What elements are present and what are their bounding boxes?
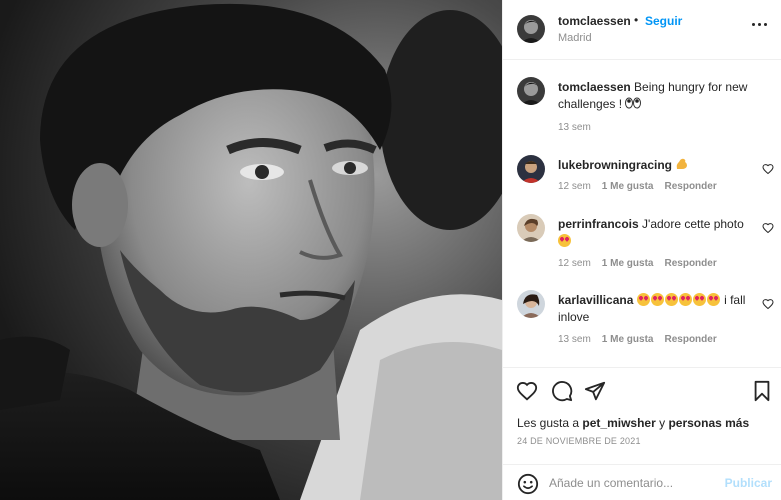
caption-meta: 13 sem <box>558 122 591 133</box>
like-comment-heart-icon[interactable] <box>762 298 774 310</box>
comment-age[interactable]: 13 sem <box>558 334 591 345</box>
comment-likes[interactable]: 1 Me gusta <box>602 334 654 345</box>
heart-eyes-emoji <box>558 234 571 247</box>
separator-dot: • <box>634 13 639 27</box>
commenter-avatar[interactable] <box>517 155 545 183</box>
caption-text: tomclaessen Being hungry for new challen… <box>558 79 753 113</box>
post-actions: Les gusta a pet_miwsher y personas más 2… <box>503 367 781 500</box>
likes-others[interactable]: personas más <box>668 416 749 430</box>
flexed-biceps-emoji <box>675 157 689 171</box>
comment-username[interactable]: karlavillicana <box>558 293 633 307</box>
bookmark-icon[interactable] <box>751 380 773 402</box>
commenter-avatar[interactable] <box>517 214 545 242</box>
comment-likes[interactable]: 1 Me gusta <box>602 181 654 192</box>
post-date[interactable]: 24 de noviembre de 2021 <box>517 436 641 446</box>
post-side-panel: tomclaessen • Seguir Madrid tomclaessen … <box>502 0 781 500</box>
heart-eyes-emoji <box>636 293 650 306</box>
comment-username[interactable]: perrinfrancois <box>558 217 639 231</box>
likes-user[interactable]: pet_miwsher <box>582 416 655 430</box>
heart-eyes-emoji <box>692 293 706 306</box>
author-avatar[interactable] <box>517 15 545 43</box>
comment-meta: 12 sem 1 Me gusta Responder <box>558 181 717 192</box>
comment-username[interactable]: lukebrowningracing <box>558 158 672 172</box>
comments-list[interactable]: tomclaessen Being hungry for new challen… <box>503 61 781 366</box>
publish-button[interactable]: Publicar <box>725 476 772 490</box>
likes-summary[interactable]: Les gusta a pet_miwsher y personas más <box>517 416 749 430</box>
comment-icon[interactable] <box>551 380 573 402</box>
heart-eyes-emoji <box>650 293 664 306</box>
like-comment-heart-icon[interactable] <box>762 222 774 234</box>
comment-age[interactable]: 12 sem <box>558 181 591 192</box>
post-header: tomclaessen • Seguir Madrid <box>503 0 781 60</box>
comment-meta: 13 sem 1 Me gusta Responder <box>558 334 717 345</box>
comment-age[interactable]: 12 sem <box>558 258 591 269</box>
paper-plane-icon[interactable] <box>584 380 606 402</box>
likes-middle: y <box>659 416 666 430</box>
comment-body: J'adore cette photo <box>642 217 744 231</box>
caption-age[interactable]: 13 sem <box>558 122 591 133</box>
eyes-emoji <box>625 97 642 109</box>
follow-button[interactable]: Seguir <box>645 14 682 28</box>
post-location[interactable]: Madrid <box>558 32 592 44</box>
heart-icon[interactable] <box>516 380 538 402</box>
heart-eyes-emoji <box>678 293 692 306</box>
heart-eyes-emoji <box>706 293 720 306</box>
more-options-icon[interactable] <box>752 19 772 29</box>
like-comment-heart-icon[interactable] <box>762 163 774 175</box>
reply-button[interactable]: Responder <box>664 181 716 192</box>
reply-button[interactable]: Responder <box>664 258 716 269</box>
smiley-icon[interactable] <box>517 473 539 495</box>
add-comment-row: Publicar <box>503 464 781 500</box>
author-username[interactable]: tomclaessen <box>558 14 631 28</box>
comment-text: karlavillicana i fall inlove <box>558 292 753 326</box>
caption-username[interactable]: tomclaessen <box>558 80 631 94</box>
comment-meta: 12 sem 1 Me gusta Responder <box>558 258 717 269</box>
post-photo[interactable] <box>0 0 502 500</box>
likes-prefix: Les gusta a <box>517 416 580 430</box>
author-avatar[interactable] <box>517 77 545 105</box>
comment-text: perrinfrancois J'adore cette photo <box>558 216 753 250</box>
commenter-avatar[interactable] <box>517 290 545 318</box>
heart-eyes-emoji <box>664 293 678 306</box>
portrait-image <box>0 0 502 500</box>
comment-text: lukebrowningracing <box>558 157 753 174</box>
comment-likes[interactable]: 1 Me gusta <box>602 258 654 269</box>
add-comment-input[interactable] <box>549 473 709 493</box>
reply-button[interactable]: Responder <box>664 334 716 345</box>
